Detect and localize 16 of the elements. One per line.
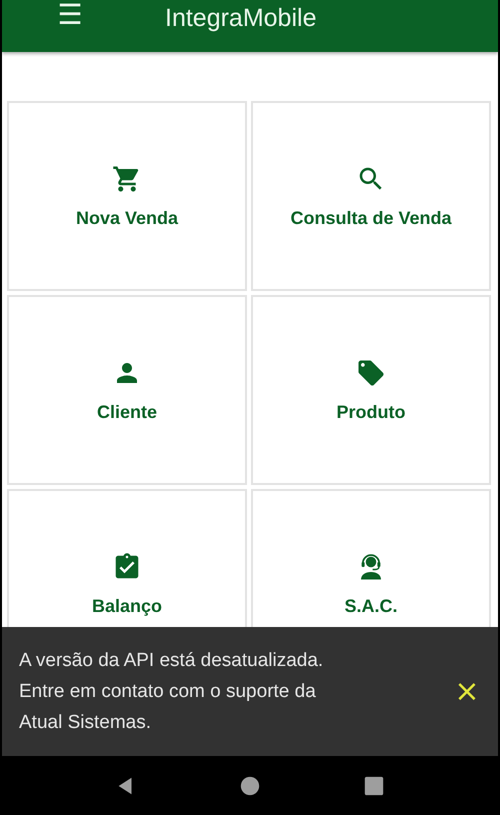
tile-label: Produto xyxy=(336,402,406,422)
menu-tile[interactable]: Produto xyxy=(251,295,491,485)
menu-tile[interactable]: Nova Venda xyxy=(7,101,247,291)
app-title: IntegraMobile xyxy=(165,3,316,33)
tag-icon xyxy=(356,358,386,388)
recents-icon[interactable] xyxy=(363,774,385,796)
tile-label: Balanço xyxy=(92,596,162,616)
menu-tile[interactable]: Cliente xyxy=(7,295,247,485)
home-icon[interactable] xyxy=(239,774,261,796)
tile-label: Nova Venda xyxy=(76,208,178,228)
tile-label: Cliente xyxy=(96,402,157,422)
close-button[interactable]: × xyxy=(452,676,482,706)
tile-label: Consulta de Venda xyxy=(290,208,452,228)
menu-button[interactable]: ☰ xyxy=(55,0,85,30)
menu-tile[interactable]: Consulta de Venda xyxy=(251,101,491,291)
tile-label: S.A.C. xyxy=(344,596,398,616)
